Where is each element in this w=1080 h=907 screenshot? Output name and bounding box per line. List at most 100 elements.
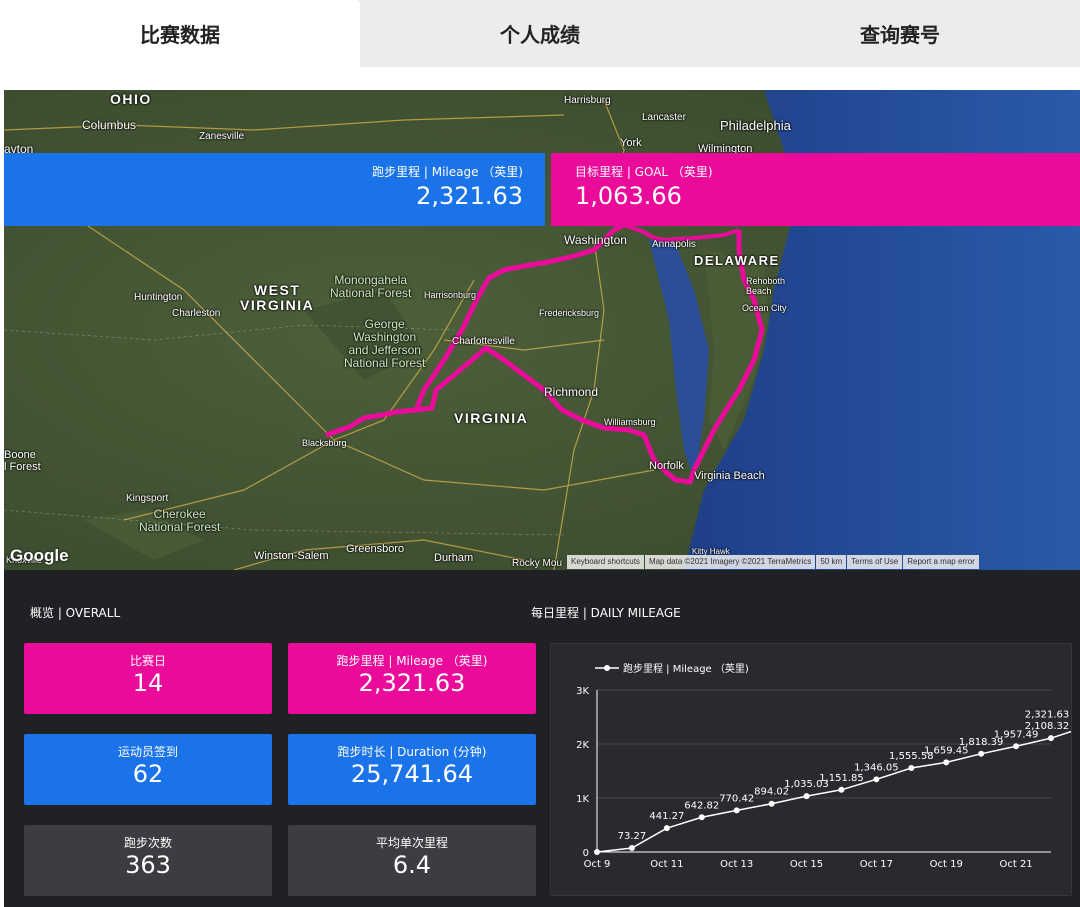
map-label-greensboro: Greensboro xyxy=(346,543,405,555)
map-data-credit: Map data ©2021 Imagery ©2021 TerraMetric… xyxy=(644,555,816,569)
banner-goal-value: 1,063.66 xyxy=(575,182,682,210)
map-label-richmond: Richmond xyxy=(544,385,599,399)
map-label-delaware: DELAWARE xyxy=(694,253,780,268)
map-label-harrisonburg: Harrisonburg xyxy=(424,290,477,300)
daily-mileage-svg[interactable]: 0 1K 2K 3K Oct 9 Oct 11 Oct 13 Oct 15 Oct 17 Oct … xyxy=(551,644,1080,895)
data-point xyxy=(594,849,600,855)
card-mileage: 跑步里程 | Mileage （英里) 2,321.63 xyxy=(288,643,536,714)
data-point xyxy=(628,845,635,852)
map-label-harrisburg: Harrisburg xyxy=(564,95,611,106)
data-point xyxy=(943,759,950,766)
card-race-days-label: 比赛日 xyxy=(129,654,166,668)
map-label-winston-salem: Winston-Salem xyxy=(254,550,329,562)
map-label-williamsburg: Williamsburg xyxy=(604,417,656,427)
map-label-norfolk: Norfolk xyxy=(649,460,684,472)
card-race-days: 比赛日 14 xyxy=(24,643,272,714)
map-scale[interactable]: 50 km xyxy=(816,555,847,569)
tab-bar: 比赛数据 个人成绩 查询赛号 xyxy=(0,0,1080,67)
map-label-durham: Durham xyxy=(434,552,474,564)
map-label-kingsport: Kingsport xyxy=(126,493,169,504)
daily-mileage-title: 每日里程 | DAILY MILEAGE xyxy=(531,606,681,620)
map-label-cherokee: Cherokee National Forest xyxy=(139,507,221,534)
card-checkins-label: 运动员签到 xyxy=(117,745,178,759)
data-point xyxy=(908,764,915,771)
card-mileage-value: 2,321.63 xyxy=(358,669,466,697)
map-label-philadelphia: Philadelphia xyxy=(720,118,791,133)
x-tick-label: Oct 11 xyxy=(650,859,683,870)
map-label-charleston: Charleston xyxy=(172,308,221,319)
map-label-gwj-forest: George Washington and Jefferson National… xyxy=(344,317,426,370)
x-tick-label: Oct 13 xyxy=(720,859,753,870)
x-tick-label: Oct 19 xyxy=(930,859,963,870)
data-point xyxy=(768,800,775,807)
card-duration: 跑步时长 | Duration (分钟) 25,741.64 xyxy=(288,734,536,805)
data-label: 770.42 xyxy=(719,793,754,804)
data-point xyxy=(733,807,740,814)
map-label-annapolis: Annapolis xyxy=(652,239,696,250)
map-label-washington: Washington xyxy=(564,233,627,247)
x-tick-label: Oct 17 xyxy=(860,859,893,870)
card-mileage-label: 跑步里程 | Mileage （英里) xyxy=(336,654,488,668)
tab-personal-results[interactable]: 个人成绩 xyxy=(360,0,720,67)
google-logo[interactable]: Google xyxy=(10,546,69,566)
card-run-count: 跑步次数 363 xyxy=(24,825,272,896)
data-point xyxy=(978,750,985,757)
map-label-lancaster: Lancaster xyxy=(642,112,686,123)
x-tick-label: Oct 15 xyxy=(790,859,823,870)
x-tick-label: Oct 9 xyxy=(584,859,611,870)
card-avg-distance: 平均单次里程 6.4 xyxy=(288,825,536,896)
data-point xyxy=(663,825,670,832)
card-race-days-value: 14 xyxy=(132,669,164,697)
banner-mileage: 跑步里程 | Mileage （英里) 2,321.63 xyxy=(4,153,545,226)
legend-marker xyxy=(604,665,610,671)
terms-of-use-link[interactable]: Terms of Use xyxy=(847,555,903,569)
data-point xyxy=(698,814,705,821)
data-label: 1,346.05 xyxy=(854,762,899,773)
tab-bib-lookup[interactable]: 查询赛号 xyxy=(720,0,1080,67)
data-label: 441.27 xyxy=(649,811,684,822)
map-label-zanesville: Zanesville xyxy=(199,131,245,142)
overall-title: 概览 | OVERALL xyxy=(30,606,121,620)
map-label-york: York xyxy=(620,137,642,149)
data-label: 1,151.85 xyxy=(819,773,864,784)
map-label-west-virginia: WEST VIRGINIA xyxy=(240,282,315,313)
map-label-virginia: VIRGINIA xyxy=(454,410,529,426)
y-tick-label: 3K xyxy=(576,686,589,697)
card-avg-distance-value: 6.4 xyxy=(392,851,432,879)
map-label-virginia-beach: Virginia Beach xyxy=(694,470,765,482)
data-label: 73.27 xyxy=(618,831,647,842)
card-checkins-value: 62 xyxy=(132,760,164,788)
card-avg-distance-label: 平均单次里程 xyxy=(375,836,448,850)
map-label-rocky-mount: Rocky Mou xyxy=(512,558,563,569)
banner-mileage-label: 跑步里程 | Mileage （英里) xyxy=(372,165,523,179)
map-label-boone: Boone l Forest xyxy=(4,449,41,473)
map-label-blacksburg: Blacksburg xyxy=(302,438,347,448)
banner-mileage-value: 2,321.63 xyxy=(416,182,523,210)
keyboard-shortcuts-link[interactable]: Keyboard shortcuts xyxy=(567,555,644,569)
data-point xyxy=(838,786,845,793)
x-tick-label: Oct 21 xyxy=(999,859,1032,870)
map-label-rehoboth: Rehoboth Beach xyxy=(746,276,786,296)
map-label-ohio: OHIO xyxy=(110,91,152,107)
data-point xyxy=(803,793,810,800)
map-label-columbus: Columbus xyxy=(82,118,137,132)
dashboard-panel: OHIO Columbus Zanesville ayton Harrisbur… xyxy=(4,90,1080,907)
banner-goal: 目标里程 | GOAL （英里) 1,063.66 xyxy=(551,153,1080,226)
route-map[interactable]: OHIO Columbus Zanesville ayton Harrisbur… xyxy=(4,90,1080,570)
report-map-error-link[interactable]: Report a map error xyxy=(903,555,979,569)
y-tick-label: 2K xyxy=(576,740,589,751)
y-tick-label: 1K xyxy=(576,794,589,805)
map-label-monongahela: Monongahela National Forest xyxy=(330,273,412,300)
card-duration-value: 25,741.64 xyxy=(350,760,474,788)
card-checkins: 运动员签到 62 xyxy=(24,734,272,805)
data-point xyxy=(1048,735,1054,742)
data-label: 642.82 xyxy=(684,800,719,811)
daily-mileage-chart: 0 1K 2K 3K Oct 9 Oct 11 Oct 13 Oct 15 Oct 17 Oct … xyxy=(550,643,1080,896)
map-label-ocean-city: Ocean City xyxy=(742,303,787,313)
legend-label: 跑步里程 | Mileage （英里) xyxy=(623,662,749,675)
map-attribution: Keyboard shortcuts Map data ©2021 Imager… xyxy=(567,555,979,569)
card-run-count-label: 跑步次数 xyxy=(123,836,172,850)
map-label-huntington: Huntington xyxy=(134,292,183,303)
tab-race-data[interactable]: 比赛数据 xyxy=(0,0,360,67)
data-point xyxy=(873,776,880,783)
